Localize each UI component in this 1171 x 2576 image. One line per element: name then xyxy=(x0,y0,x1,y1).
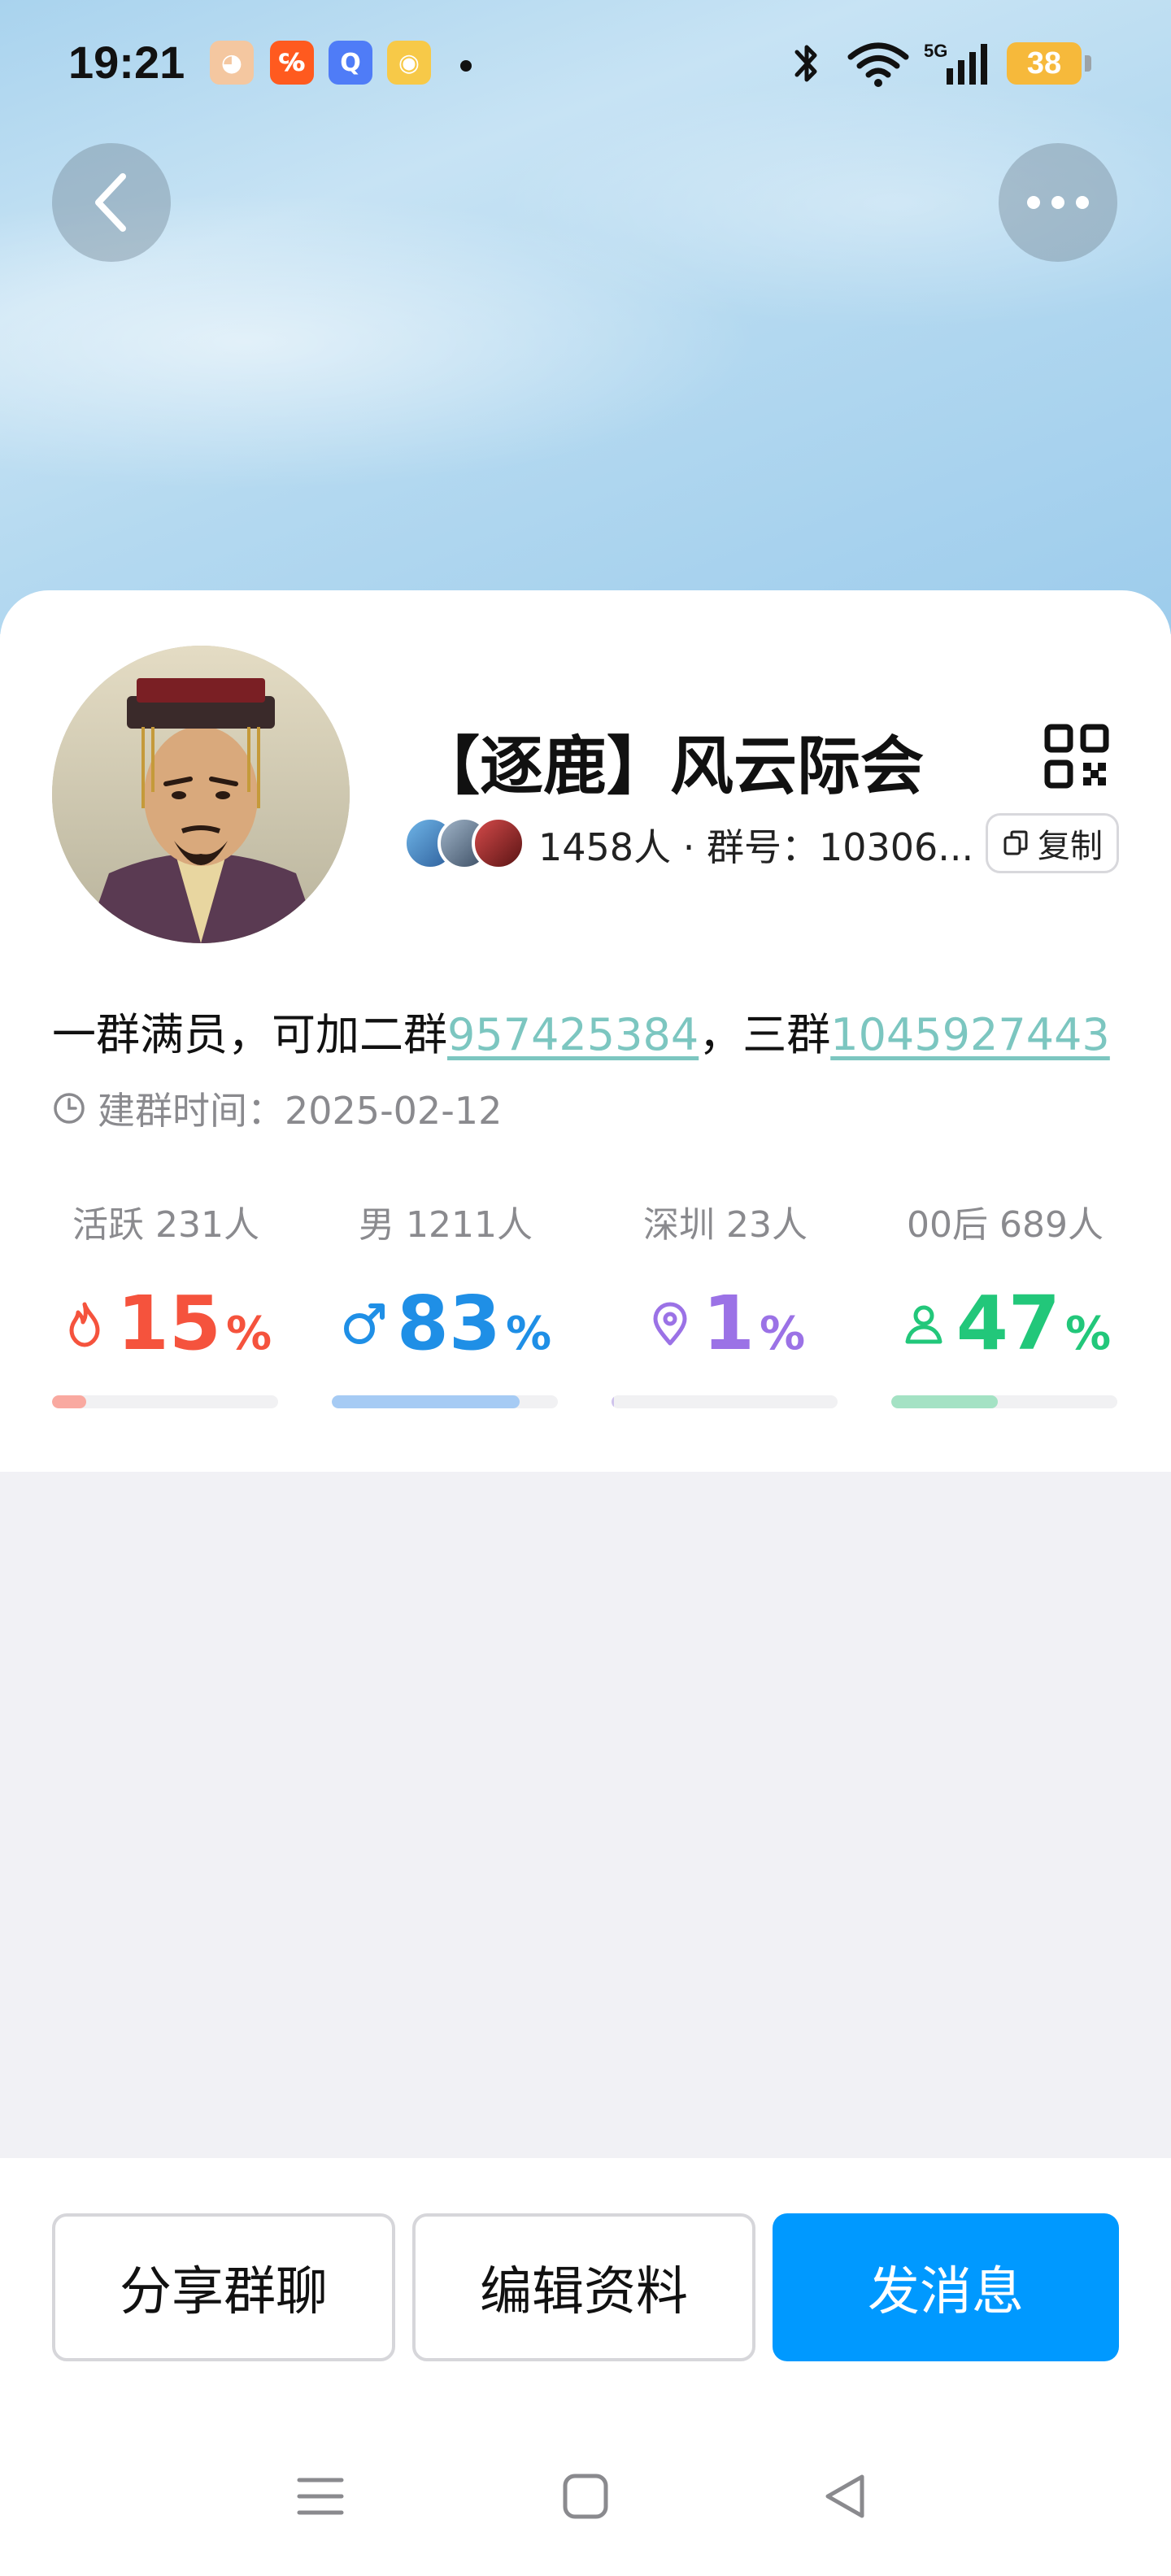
status-bar: 19:21 ◕ ℅ Q ◉ 5G 38 xyxy=(0,0,1171,130)
app-notification-2-icon: ℅ xyxy=(270,41,314,85)
stat-active[interactable]: 活跃 231人 15 % xyxy=(52,1195,280,1361)
wifi-icon xyxy=(847,42,909,87)
qr-code-icon[interactable] xyxy=(1044,724,1109,789)
location-pin-icon xyxy=(653,1302,687,1346)
member-count[interactable]: 1458人 xyxy=(538,825,671,869)
group-avatar[interactable] xyxy=(52,646,350,943)
copy-label: 复制 xyxy=(1038,828,1103,865)
send-message-button[interactable]: 发消息 xyxy=(773,2213,1119,2361)
weibo-icon: ◉ xyxy=(387,41,431,85)
stat-value: 83 % xyxy=(332,1286,559,1361)
cellular-signal-icon: 5G xyxy=(924,41,987,85)
group3-link[interactable]: 1045927443 xyxy=(830,1009,1110,1060)
stat-progress-active xyxy=(52,1395,278,1408)
stat-progress-location xyxy=(612,1395,838,1408)
share-group-button[interactable]: 分享群聊 xyxy=(52,2213,395,2361)
stat-value: 47 % xyxy=(891,1286,1119,1361)
chevron-left-icon xyxy=(95,173,126,232)
app-notification-3-icon: Q xyxy=(329,41,372,85)
copy-icon xyxy=(1003,830,1028,855)
member-avatars[interactable] xyxy=(403,816,533,870)
nav-home-button[interactable] xyxy=(545,2456,626,2537)
stat-label: 00后 689人 xyxy=(907,1204,1104,1246)
stat-label: 深圳 23人 xyxy=(643,1204,808,1246)
svg-text:5G: 5G xyxy=(924,41,947,61)
description-mid: ，三群 xyxy=(699,1009,831,1060)
stat-progress-male xyxy=(332,1395,558,1408)
group-created-time: 建群时间：2025-02-12 xyxy=(52,1081,502,1135)
edit-profile-button[interactable]: 编辑资料 xyxy=(412,2213,755,2361)
group-meta: 1458人 · 群号：10306... xyxy=(538,818,973,872)
created-date: 2025-02-12 xyxy=(285,1089,503,1133)
stat-progress-fill xyxy=(332,1395,520,1408)
person-icon xyxy=(905,1305,942,1344)
more-notifications-dot xyxy=(460,60,472,72)
more-horizontal-icon xyxy=(1027,196,1089,209)
stat-value: 1 % xyxy=(612,1286,839,1361)
group-number-label: 群号： xyxy=(706,825,819,869)
meta-separator: · xyxy=(671,825,707,869)
more-options-button[interactable] xyxy=(999,143,1117,262)
stat-label: 活跃 231人 xyxy=(72,1204,259,1246)
stat-unit: % xyxy=(1064,1308,1112,1360)
flame-icon xyxy=(69,1302,100,1347)
stat-progress-fill xyxy=(52,1395,86,1408)
copy-group-number-button[interactable]: 复制 xyxy=(986,813,1119,873)
bluetooth-icon xyxy=(794,45,817,82)
description-prefix: 一群满员，可加二群 xyxy=(52,1009,447,1060)
clock-icon xyxy=(54,1093,85,1124)
stat-value: 15 % xyxy=(52,1286,280,1361)
system-navigation-bar xyxy=(0,2456,1171,2537)
created-label: 建群时间： xyxy=(98,1089,285,1133)
stat-number: 47 xyxy=(956,1280,1060,1367)
stat-location[interactable]: 深圳 23人 1 % xyxy=(612,1195,839,1361)
stat-age[interactable]: 00后 689人 47 % xyxy=(891,1195,1119,1361)
stat-number: 1 xyxy=(702,1280,755,1367)
group-number: 10306... xyxy=(818,825,974,869)
member-avatar xyxy=(472,816,525,870)
nav-back-button[interactable] xyxy=(805,2456,886,2537)
male-icon xyxy=(343,1303,385,1344)
back-button[interactable] xyxy=(52,143,171,262)
stat-progress-fill xyxy=(891,1395,998,1408)
back-triangle-icon xyxy=(825,2474,864,2518)
group2-link[interactable]: 957425384 xyxy=(447,1009,699,1060)
stat-label: 男 1211人 xyxy=(359,1204,533,1246)
group-avatar-image xyxy=(52,646,350,943)
home-square-icon xyxy=(563,2474,608,2519)
menu-icon xyxy=(297,2478,344,2515)
nav-menu-button[interactable] xyxy=(280,2456,361,2537)
group-name: 【逐鹿】风云际会 xyxy=(416,730,925,803)
stat-unit: % xyxy=(505,1308,552,1360)
stat-unit: % xyxy=(225,1308,272,1360)
app-notification-1-icon: ◕ xyxy=(210,41,254,85)
stat-number: 15 xyxy=(116,1280,221,1367)
group-description: 一群满员，可加二群957425384，三群1045927443 xyxy=(52,999,1110,1063)
stat-number: 83 xyxy=(396,1280,501,1367)
battery-level: 38 xyxy=(1026,46,1062,80)
status-time: 19:21 xyxy=(68,37,185,88)
stat-male[interactable]: 男 1211人 83 % xyxy=(332,1195,559,1361)
stat-unit: % xyxy=(759,1308,806,1360)
battery-indicator: 38 xyxy=(1007,42,1091,85)
stat-progress-age xyxy=(891,1395,1117,1408)
